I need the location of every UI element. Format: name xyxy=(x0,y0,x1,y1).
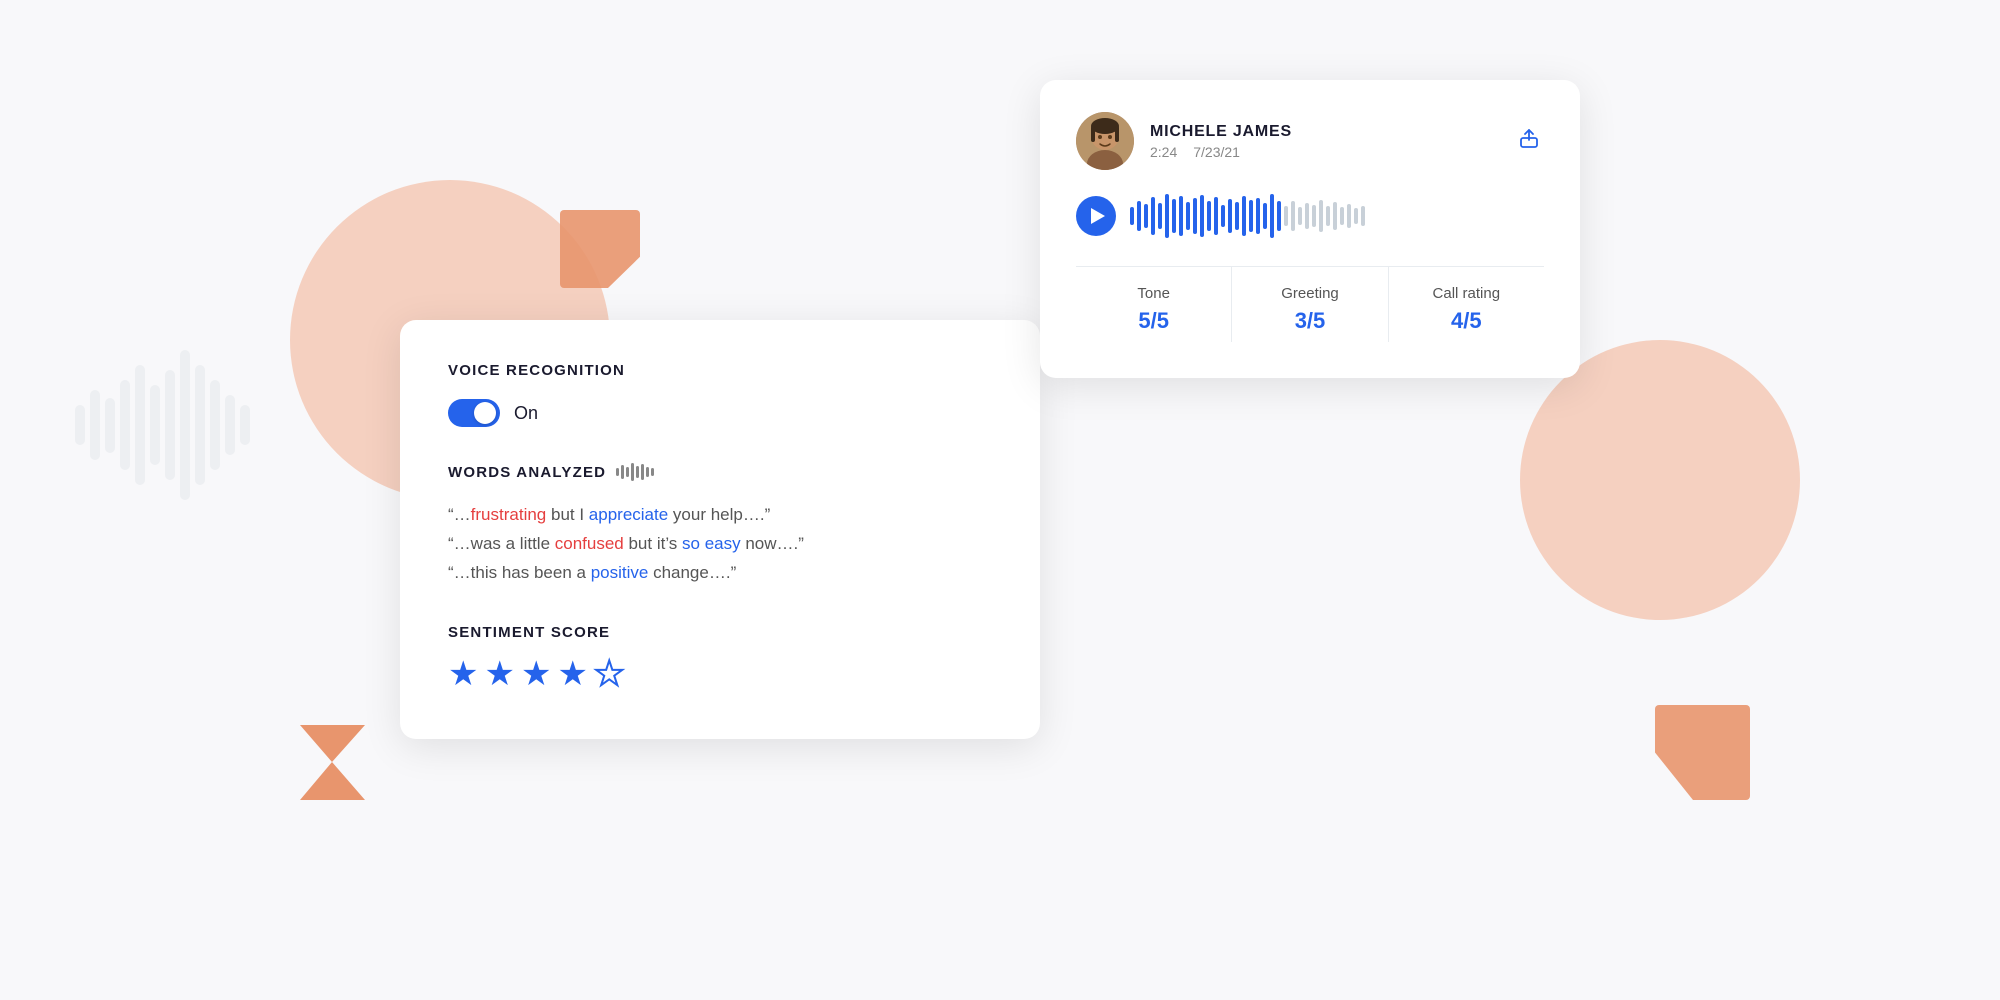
wave-bar xyxy=(1144,204,1148,228)
metric-call-rating: Call rating 4/5 xyxy=(1389,267,1544,342)
wave-bar xyxy=(1172,199,1176,233)
voice-recognition-toggle[interactable] xyxy=(448,399,500,427)
wave-bar xyxy=(1193,198,1197,234)
wave-bar xyxy=(1179,196,1183,236)
metric-tone-value: 5/5 xyxy=(1086,308,1221,334)
metric-greeting-label: Greeting xyxy=(1242,285,1377,302)
star-2: ★ xyxy=(484,657,514,691)
user-details: MICHELE JAMES 2:24 7/23/21 xyxy=(1150,123,1292,160)
wave-bar xyxy=(1319,200,1323,232)
wave-bar xyxy=(1228,199,1232,233)
wave-bar xyxy=(1165,194,1169,238)
wave-bar xyxy=(1361,206,1365,226)
wave-bar xyxy=(1200,195,1204,237)
wave-bar xyxy=(1340,207,1344,225)
metric-tone: Tone 5/5 xyxy=(1076,267,1232,342)
star-1: ★ xyxy=(448,657,478,691)
metric-call-rating-value: 4/5 xyxy=(1399,308,1534,334)
user-meta: 2:24 7/23/21 xyxy=(1150,144,1292,160)
word-so-easy: so easy xyxy=(682,534,741,553)
wave-bar xyxy=(1158,203,1162,229)
wave-bar xyxy=(1256,198,1260,234)
wave-bar xyxy=(1242,196,1246,236)
quotes-section: “…frustrating but I appreciate your help… xyxy=(448,501,992,588)
word-positive: positive xyxy=(591,563,649,582)
metric-tone-label: Tone xyxy=(1086,285,1221,302)
user-info: MICHELE JAMES 2:24 7/23/21 xyxy=(1076,112,1292,170)
voice-recognition-title: VOICE RECOGNITION xyxy=(448,362,992,379)
wave-bar xyxy=(1333,202,1337,230)
waveform-icon xyxy=(616,463,654,481)
star-4: ★ xyxy=(557,657,587,691)
stars-row: ★ ★ ★ ★ ★ xyxy=(448,657,992,691)
share-button[interactable] xyxy=(1514,123,1544,159)
wave-bar xyxy=(1347,204,1351,228)
wave-bar xyxy=(1277,201,1281,231)
wave-bar xyxy=(1305,203,1309,229)
wave-bar xyxy=(1249,200,1253,232)
word-appreciate: appreciate xyxy=(589,505,668,524)
wave-bar xyxy=(1291,201,1295,231)
metric-call-rating-label: Call rating xyxy=(1399,285,1534,302)
star-5: ★ xyxy=(594,657,624,691)
wave-bar xyxy=(1326,206,1330,226)
play-button[interactable] xyxy=(1076,196,1116,236)
wave-bar xyxy=(1235,202,1239,230)
user-name: MICHELE JAMES xyxy=(1150,123,1292,141)
metric-greeting-value: 3/5 xyxy=(1242,308,1377,334)
wave-bar xyxy=(1354,208,1358,224)
bg-shape-bottom-right xyxy=(1655,705,1750,800)
waveform-display xyxy=(1130,194,1544,238)
user-date: 7/23/21 xyxy=(1193,144,1240,160)
quote-line-3: “…this has been a positive change….” xyxy=(448,559,992,588)
quote-line-2: “…was a little confused but it’s so easy… xyxy=(448,530,992,559)
wave-bar xyxy=(1207,201,1211,231)
avatar xyxy=(1076,112,1134,170)
sentiment-score-title: SENTIMENT SCORE xyxy=(448,624,992,641)
wave-bar xyxy=(1186,202,1190,230)
metric-greeting: Greeting 3/5 xyxy=(1232,267,1388,342)
wave-bar xyxy=(1263,203,1267,229)
wave-bar xyxy=(1298,207,1302,225)
player-row xyxy=(1076,194,1544,238)
star-3: ★ xyxy=(521,657,551,691)
audio-card: MICHELE JAMES 2:24 7/23/21 xyxy=(1040,80,1580,378)
word-confused: confused xyxy=(555,534,624,553)
word-frustrating: frustrating xyxy=(471,505,547,524)
quote-line-1: “…frustrating but I appreciate your help… xyxy=(448,501,992,530)
wave-bar xyxy=(1284,206,1288,226)
toggle-row: On xyxy=(448,399,992,427)
wave-bar xyxy=(1312,205,1316,227)
toggle-label: On xyxy=(514,403,538,424)
wave-bar xyxy=(1270,194,1274,238)
words-analyzed-row: WORDS ANALYZED xyxy=(448,463,992,481)
words-analyzed-title: WORDS ANALYZED xyxy=(448,464,606,481)
wave-bar xyxy=(1137,201,1141,231)
bg-waveform xyxy=(75,350,250,500)
wave-bar xyxy=(1130,207,1134,225)
wave-bar xyxy=(1214,197,1218,235)
cards-area: VOICE RECOGNITION On WORDS ANALYZED “…fr… xyxy=(380,80,1580,920)
voice-recognition-card: VOICE RECOGNITION On WORDS ANALYZED “…fr… xyxy=(400,320,1040,739)
wave-bar xyxy=(1151,197,1155,235)
user-duration: 2:24 xyxy=(1150,144,1177,160)
audio-card-header: MICHELE JAMES 2:24 7/23/21 xyxy=(1076,112,1544,170)
wave-bar xyxy=(1221,205,1225,227)
metrics-row: Tone 5/5 Greeting 3/5 Call rating 4/5 xyxy=(1076,266,1544,342)
bg-shape-hourglass xyxy=(300,725,365,800)
